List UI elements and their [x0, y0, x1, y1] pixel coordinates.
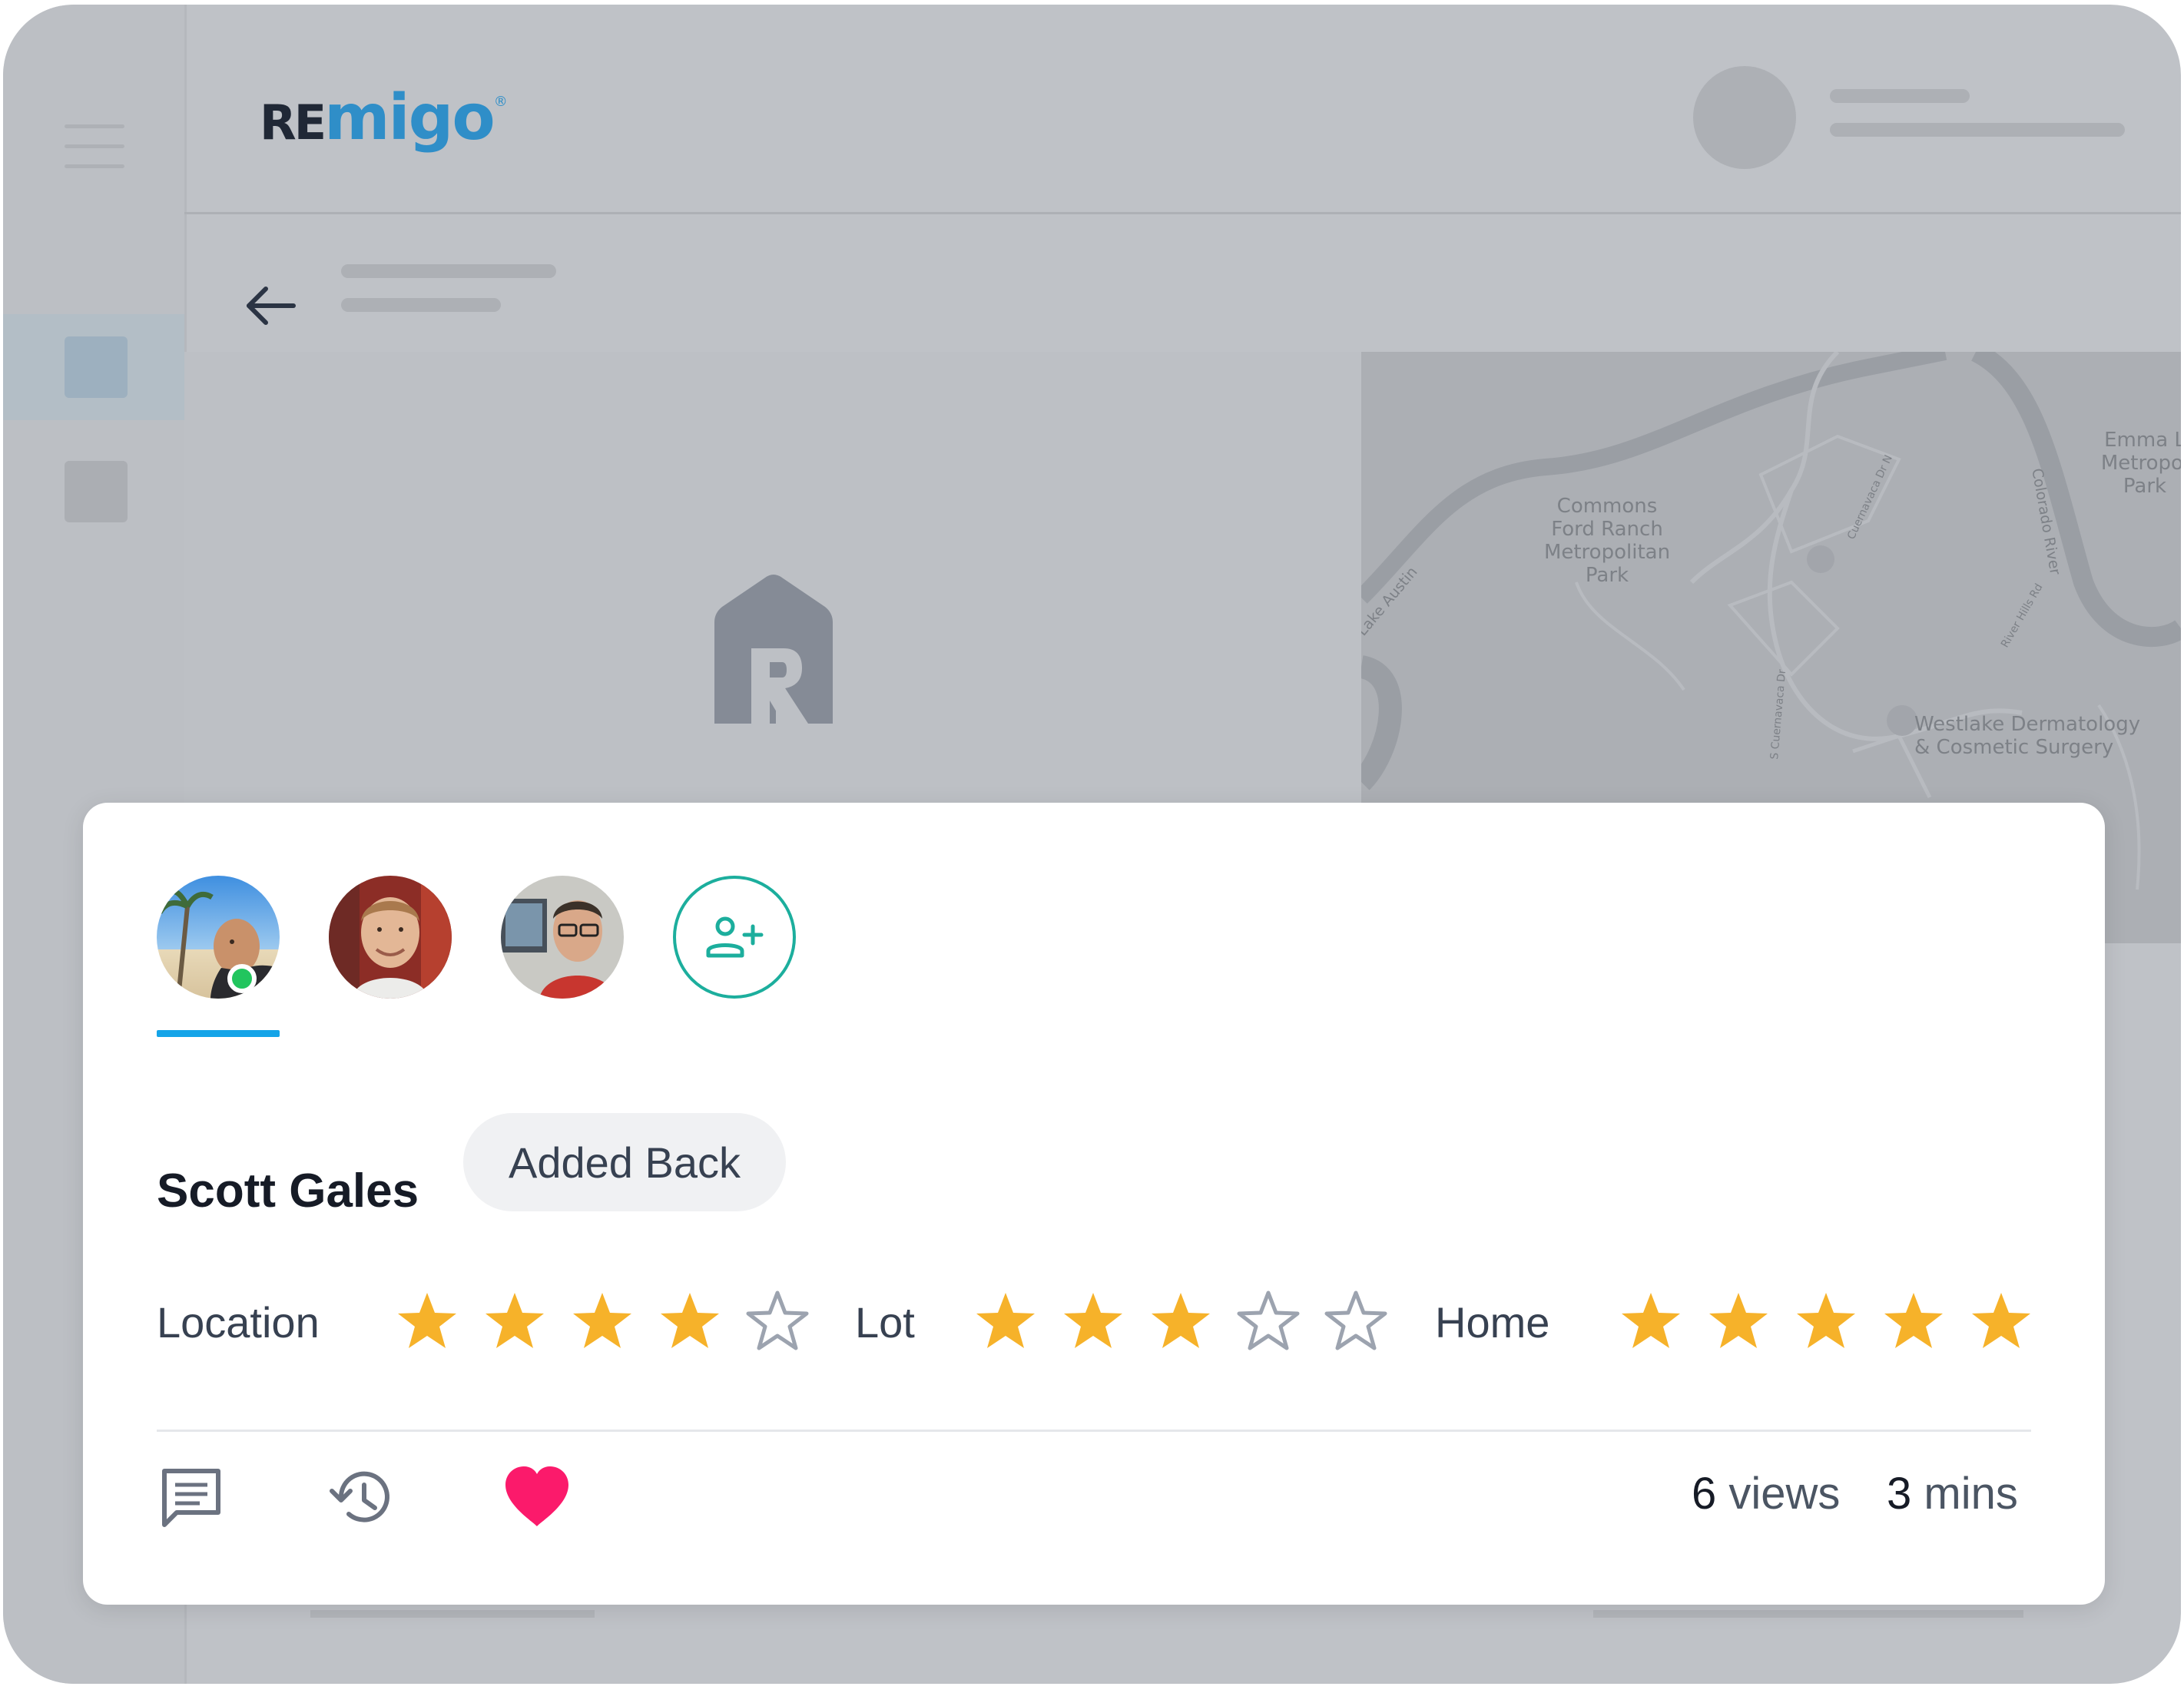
- star-empty-icon[interactable]: [1237, 1290, 1300, 1353]
- page-title-placeholder: [341, 264, 556, 278]
- feedback-card: Scott Gales Added Back Location Lot Home…: [83, 803, 2105, 1605]
- heart-icon[interactable]: [502, 1465, 572, 1532]
- remigo-logo[interactable]: RE migo ®: [260, 81, 508, 158]
- member-name: Scott Gales: [157, 1165, 419, 1218]
- rating-stars-lot[interactable]: [974, 1290, 1387, 1353]
- star-empty-icon[interactable]: [1324, 1290, 1387, 1353]
- online-status-indicator: [227, 964, 257, 993]
- rating-stars-home[interactable]: [1619, 1290, 2033, 1353]
- sidebar-item-icon-1: [65, 336, 128, 398]
- user-avatar-placeholder[interactable]: [1693, 66, 1796, 169]
- star-filled-icon[interactable]: [1619, 1290, 1682, 1353]
- time-spent: 3 mins: [1887, 1468, 2018, 1519]
- star-filled-icon[interactable]: [1707, 1290, 1770, 1353]
- logo-migo: migo: [324, 81, 495, 154]
- sidebar-item-icon-2[interactable]: [65, 461, 128, 522]
- logo-re: RE: [260, 94, 326, 151]
- status-badge: Added Back: [463, 1113, 786, 1211]
- page-subtitle-placeholder: [341, 298, 501, 312]
- star-filled-icon[interactable]: [483, 1290, 546, 1353]
- active-member-underline: [157, 1030, 280, 1037]
- rating-stars-location[interactable]: [396, 1290, 809, 1353]
- star-filled-icon[interactable]: [658, 1290, 721, 1353]
- views-unit: views: [1728, 1469, 1841, 1519]
- map-label-clinic: Westlake Dermatology & Cosmetic Surgery: [1914, 713, 2141, 759]
- star-filled-icon[interactable]: [1795, 1290, 1858, 1353]
- content-placeholder: [310, 1610, 595, 1618]
- history-icon[interactable]: [327, 1463, 396, 1536]
- star-filled-icon[interactable]: [1149, 1290, 1212, 1353]
- star-empty-icon[interactable]: [746, 1290, 809, 1353]
- star-filled-icon[interactable]: [571, 1290, 634, 1353]
- rating-label-home: Home: [1435, 1298, 1550, 1347]
- star-filled-icon[interactable]: [1062, 1290, 1125, 1353]
- map-label-park: Commons Ford Ranch Metropolitan Park: [1543, 495, 1671, 587]
- star-filled-icon[interactable]: [1970, 1290, 2033, 1353]
- card-divider: [157, 1430, 2031, 1432]
- content-placeholder: [1593, 1610, 2023, 1618]
- user-subtitle-placeholder: [1830, 123, 2125, 137]
- time-unit: mins: [1924, 1469, 2018, 1519]
- star-filled-icon[interactable]: [1882, 1290, 1945, 1353]
- member-avatar-3[interactable]: [501, 876, 624, 999]
- person-add-icon: [706, 916, 764, 958]
- header-divider: [184, 212, 2181, 214]
- views-number: 6: [1692, 1469, 1717, 1519]
- star-filled-icon[interactable]: [396, 1290, 459, 1353]
- views-count: 6 views: [1692, 1468, 1840, 1519]
- rating-label-location: Location: [157, 1298, 320, 1347]
- time-number: 3: [1887, 1469, 1912, 1519]
- star-filled-icon[interactable]: [974, 1290, 1037, 1353]
- hamburger-icon[interactable]: [65, 120, 128, 174]
- add-member-button[interactable]: [673, 876, 796, 999]
- logo-registered: ®: [493, 94, 508, 110]
- member-avatar-scott-gales[interactable]: [157, 876, 280, 999]
- remigo-house-r-icon: [704, 573, 843, 724]
- member-avatar-2[interactable]: [329, 876, 452, 999]
- rating-label-lot: Lot: [855, 1298, 915, 1347]
- arrow-left-icon[interactable]: [243, 278, 298, 333]
- map-label-emma: Emma L Metropol Park: [2100, 429, 2181, 498]
- comment-icon[interactable]: [157, 1463, 226, 1536]
- user-name-placeholder: [1830, 89, 1970, 103]
